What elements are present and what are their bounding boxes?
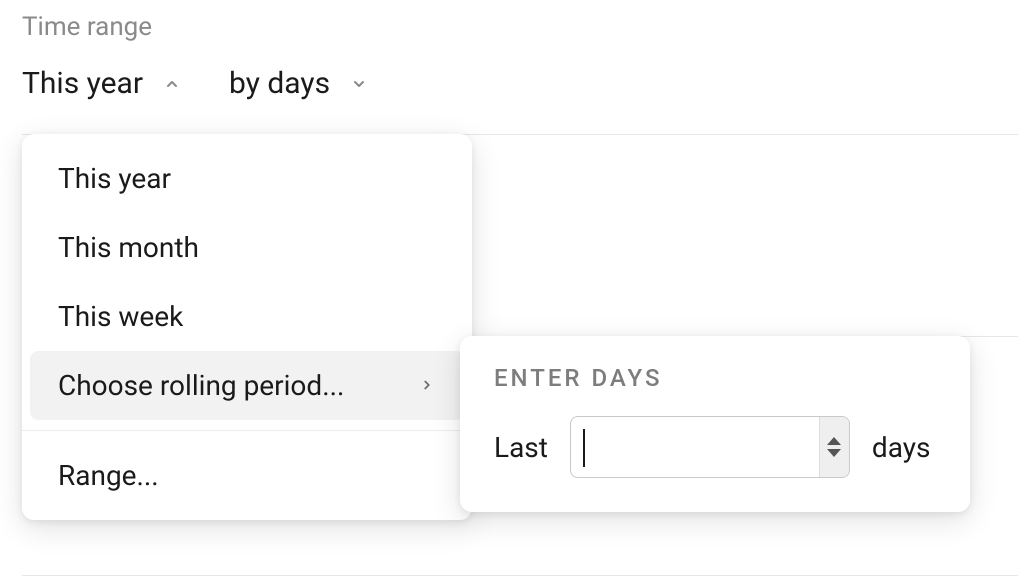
divider — [22, 575, 1018, 576]
dropdown-item-label: This month — [58, 231, 199, 264]
stepper-down-icon[interactable] — [827, 449, 841, 457]
dropdown-item-rolling-period[interactable]: Choose rolling period... — [30, 351, 464, 420]
time-range-selector[interactable]: This year — [22, 66, 181, 101]
dropdown-item-this-month[interactable]: This month — [22, 213, 472, 282]
time-range-selector-label: This year — [22, 66, 143, 101]
chevron-up-icon — [163, 75, 181, 93]
rolling-days-row: Last days — [494, 416, 936, 478]
dropdown-item-range[interactable]: Range... — [22, 441, 472, 510]
days-input[interactable] — [571, 417, 819, 477]
chevron-right-icon — [420, 378, 436, 394]
dropdown-item-label: Range... — [58, 459, 159, 492]
text-cursor — [583, 429, 585, 467]
rolling-period-submenu: ENTER DAYS Last days — [460, 336, 970, 512]
submenu-title: ENTER DAYS — [494, 364, 936, 392]
granularity-selector[interactable]: by days — [229, 66, 368, 101]
selectors-row: This year by days — [22, 66, 368, 101]
chevron-down-icon — [350, 75, 368, 93]
rolling-days-suffix: days — [872, 431, 931, 464]
days-input-wrap[interactable] — [570, 416, 850, 478]
dropdown-item-this-week[interactable]: This week — [22, 282, 472, 351]
section-label: Time range — [22, 12, 152, 42]
dropdown-item-label: This week — [58, 300, 183, 333]
dropdown-item-label: Choose rolling period... — [58, 369, 344, 402]
rolling-days-prefix: Last — [494, 431, 548, 464]
stepper-up-icon[interactable] — [827, 437, 841, 445]
quantity-stepper[interactable] — [819, 417, 849, 477]
dropdown-item-label: This year — [58, 162, 171, 195]
dropdown-separator — [22, 430, 472, 431]
dropdown-item-this-year[interactable]: This year — [22, 144, 472, 213]
granularity-selector-label: by days — [229, 66, 330, 101]
time-range-dropdown: This year This month This week Choose ro… — [22, 134, 472, 520]
